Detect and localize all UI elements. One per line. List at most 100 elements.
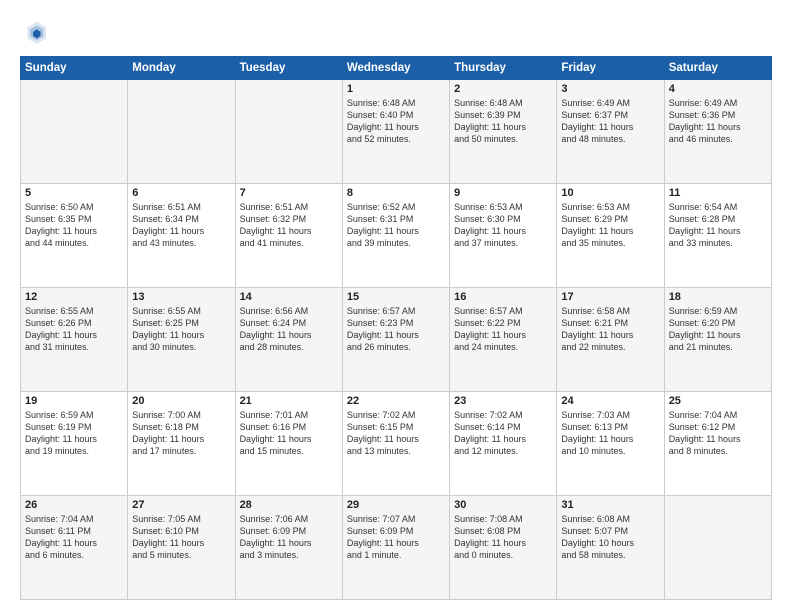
calendar-cell: 15 Sunrise: 6:57 AM Sunset: 6:23 PM Dayli… bbox=[342, 288, 449, 392]
weekday-header: Wednesday bbox=[342, 57, 449, 80]
day-number: 14 bbox=[240, 291, 338, 303]
day-info: Sunrise: 6:48 AM Sunset: 6:40 PM Dayligh… bbox=[347, 97, 445, 146]
day-number: 19 bbox=[25, 395, 123, 407]
logo-icon bbox=[20, 18, 48, 46]
calendar-cell: 22Sunrise: 7:02 AM Sunset: 6:15 PM Dayli… bbox=[342, 392, 449, 496]
day-info: Sunrise: 6:56 AM Sunset: 6:24 PM Dayligh… bbox=[240, 305, 338, 354]
day-number: 26 bbox=[25, 499, 123, 511]
calendar-cell: 17Sunrise: 6:58 AM Sunset: 6:21 PM Dayli… bbox=[557, 288, 664, 392]
calendar-cell: 13 Sunrise: 6:55 AM Sunset: 6:25 PM Dayli… bbox=[128, 288, 235, 392]
day-number: 13 bbox=[132, 291, 230, 303]
calendar-cell: 6 Sunrise: 6:51 AM Sunset: 6:34 PM Daylig… bbox=[128, 184, 235, 288]
weekday-header: Monday bbox=[128, 57, 235, 80]
calendar-cell: 30 Sunrise: 7:08 AM Sunset: 6:08 PM Dayli… bbox=[450, 496, 557, 600]
weekday-header: Sunday bbox=[21, 57, 128, 80]
day-info: Sunrise: 7:06 AM Sunset: 6:09 PM Dayligh… bbox=[240, 513, 338, 562]
day-number: 18 bbox=[669, 291, 767, 303]
calendar-cell: 1Sunrise: 6:48 AM Sunset: 6:40 PM Daylig… bbox=[342, 80, 449, 184]
calendar-cell: 21 Sunrise: 7:01 AM Sunset: 6:16 PM Dayli… bbox=[235, 392, 342, 496]
calendar-cell: 3 Sunrise: 6:49 AM Sunset: 6:37 PM Daylig… bbox=[557, 80, 664, 184]
day-number: 15 bbox=[347, 291, 445, 303]
calendar-table: SundayMondayTuesdayWednesdayThursdayFrid… bbox=[20, 56, 772, 600]
day-info: Sunrise: 6:51 AM Sunset: 6:34 PM Dayligh… bbox=[132, 201, 230, 250]
calendar-cell: 28 Sunrise: 7:06 AM Sunset: 6:09 PM Dayli… bbox=[235, 496, 342, 600]
page: SundayMondayTuesdayWednesdayThursdayFrid… bbox=[0, 0, 792, 612]
calendar-week-row: 1Sunrise: 6:48 AM Sunset: 6:40 PM Daylig… bbox=[21, 80, 772, 184]
day-number: 6 bbox=[132, 187, 230, 199]
weekday-header: Friday bbox=[557, 57, 664, 80]
calendar-week-row: 12 Sunrise: 6:55 AM Sunset: 6:26 PM Dayli… bbox=[21, 288, 772, 392]
day-info: Sunrise: 6:57 AM Sunset: 6:22 PM Dayligh… bbox=[454, 305, 552, 354]
day-number: 12 bbox=[25, 291, 123, 303]
day-info: Sunrise: 6:48 AM Sunset: 6:39 PM Dayligh… bbox=[454, 97, 552, 146]
calendar-cell: 26 Sunrise: 7:04 AM Sunset: 6:11 PM Dayli… bbox=[21, 496, 128, 600]
calendar-cell: 8 Sunrise: 6:52 AM Sunset: 6:31 PM Daylig… bbox=[342, 184, 449, 288]
day-info: Sunrise: 6:51 AM Sunset: 6:32 PM Dayligh… bbox=[240, 201, 338, 250]
calendar-cell: 14 Sunrise: 6:56 AM Sunset: 6:24 PM Dayli… bbox=[235, 288, 342, 392]
calendar-cell: 5 Sunrise: 6:50 AM Sunset: 6:35 PM Daylig… bbox=[21, 184, 128, 288]
day-number: 16 bbox=[454, 291, 552, 303]
day-number: 5 bbox=[25, 187, 123, 199]
day-number: 20 bbox=[132, 395, 230, 407]
calendar-cell bbox=[21, 80, 128, 184]
calendar-cell: 18 Sunrise: 6:59 AM Sunset: 6:20 PM Dayli… bbox=[664, 288, 771, 392]
day-info: Sunrise: 7:07 AM Sunset: 6:09 PM Dayligh… bbox=[347, 513, 445, 562]
calendar-cell bbox=[235, 80, 342, 184]
day-info: Sunrise: 7:04 AM Sunset: 6:12 PM Dayligh… bbox=[669, 409, 767, 458]
day-number: 23 bbox=[454, 395, 552, 407]
day-info: Sunrise: 6:53 AM Sunset: 6:29 PM Dayligh… bbox=[561, 201, 659, 250]
calendar-cell: 29 Sunrise: 7:07 AM Sunset: 6:09 PM Dayli… bbox=[342, 496, 449, 600]
calendar-week-row: 19Sunrise: 6:59 AM Sunset: 6:19 PM Dayli… bbox=[21, 392, 772, 496]
day-info: Sunrise: 6:49 AM Sunset: 6:37 PM Dayligh… bbox=[561, 97, 659, 146]
day-number: 28 bbox=[240, 499, 338, 511]
weekday-header: Tuesday bbox=[235, 57, 342, 80]
calendar-cell: 11Sunrise: 6:54 AM Sunset: 6:28 PM Dayli… bbox=[664, 184, 771, 288]
day-number: 2 bbox=[454, 83, 552, 95]
calendar-cell: 10 Sunrise: 6:53 AM Sunset: 6:29 PM Dayli… bbox=[557, 184, 664, 288]
day-number: 4 bbox=[669, 83, 767, 95]
day-info: Sunrise: 7:01 AM Sunset: 6:16 PM Dayligh… bbox=[240, 409, 338, 458]
day-info: Sunrise: 6:53 AM Sunset: 6:30 PM Dayligh… bbox=[454, 201, 552, 250]
day-info: Sunrise: 6:59 AM Sunset: 6:20 PM Dayligh… bbox=[669, 305, 767, 354]
day-number: 10 bbox=[561, 187, 659, 199]
day-number: 30 bbox=[454, 499, 552, 511]
day-info: Sunrise: 6:52 AM Sunset: 6:31 PM Dayligh… bbox=[347, 201, 445, 250]
calendar-cell: 16 Sunrise: 6:57 AM Sunset: 6:22 PM Dayli… bbox=[450, 288, 557, 392]
calendar-cell: 24 Sunrise: 7:03 AM Sunset: 6:13 PM Dayli… bbox=[557, 392, 664, 496]
calendar-cell: 31 Sunrise: 6:08 AM Sunset: 5:07 PM Dayli… bbox=[557, 496, 664, 600]
day-info: Sunrise: 6:49 AM Sunset: 6:36 PM Dayligh… bbox=[669, 97, 767, 146]
day-info: Sunrise: 7:02 AM Sunset: 6:15 PM Dayligh… bbox=[347, 409, 445, 458]
calendar-cell bbox=[664, 496, 771, 600]
day-number: 21 bbox=[240, 395, 338, 407]
day-info: Sunrise: 6:57 AM Sunset: 6:23 PM Dayligh… bbox=[347, 305, 445, 354]
day-info: Sunrise: 6:55 AM Sunset: 6:26 PM Dayligh… bbox=[25, 305, 123, 354]
header bbox=[20, 18, 772, 46]
calendar-week-row: 5 Sunrise: 6:50 AM Sunset: 6:35 PM Daylig… bbox=[21, 184, 772, 288]
day-info: Sunrise: 7:05 AM Sunset: 6:10 PM Dayligh… bbox=[132, 513, 230, 562]
day-info: Sunrise: 6:08 AM Sunset: 5:07 PM Dayligh… bbox=[561, 513, 659, 562]
day-info: Sunrise: 7:03 AM Sunset: 6:13 PM Dayligh… bbox=[561, 409, 659, 458]
logo bbox=[20, 18, 52, 46]
day-number: 25 bbox=[669, 395, 767, 407]
day-number: 24 bbox=[561, 395, 659, 407]
calendar-cell: 7 Sunrise: 6:51 AM Sunset: 6:32 PM Daylig… bbox=[235, 184, 342, 288]
day-number: 8 bbox=[347, 187, 445, 199]
day-number: 11 bbox=[669, 187, 767, 199]
day-info: Sunrise: 7:08 AM Sunset: 6:08 PM Dayligh… bbox=[454, 513, 552, 562]
weekday-header: Thursday bbox=[450, 57, 557, 80]
day-number: 7 bbox=[240, 187, 338, 199]
day-info: Sunrise: 7:02 AM Sunset: 6:14 PM Dayligh… bbox=[454, 409, 552, 458]
day-number: 27 bbox=[132, 499, 230, 511]
calendar-cell bbox=[128, 80, 235, 184]
calendar-cell: 9Sunrise: 6:53 AM Sunset: 6:30 PM Daylig… bbox=[450, 184, 557, 288]
calendar-cell: 19Sunrise: 6:59 AM Sunset: 6:19 PM Dayli… bbox=[21, 392, 128, 496]
day-info: Sunrise: 6:55 AM Sunset: 6:25 PM Dayligh… bbox=[132, 305, 230, 354]
day-number: 29 bbox=[347, 499, 445, 511]
calendar-cell: 4 Sunrise: 6:49 AM Sunset: 6:36 PM Daylig… bbox=[664, 80, 771, 184]
day-number: 3 bbox=[561, 83, 659, 95]
weekday-header: Saturday bbox=[664, 57, 771, 80]
day-number: 31 bbox=[561, 499, 659, 511]
calendar-cell: 12 Sunrise: 6:55 AM Sunset: 6:26 PM Dayli… bbox=[21, 288, 128, 392]
day-info: Sunrise: 6:50 AM Sunset: 6:35 PM Dayligh… bbox=[25, 201, 123, 250]
day-info: Sunrise: 7:04 AM Sunset: 6:11 PM Dayligh… bbox=[25, 513, 123, 562]
